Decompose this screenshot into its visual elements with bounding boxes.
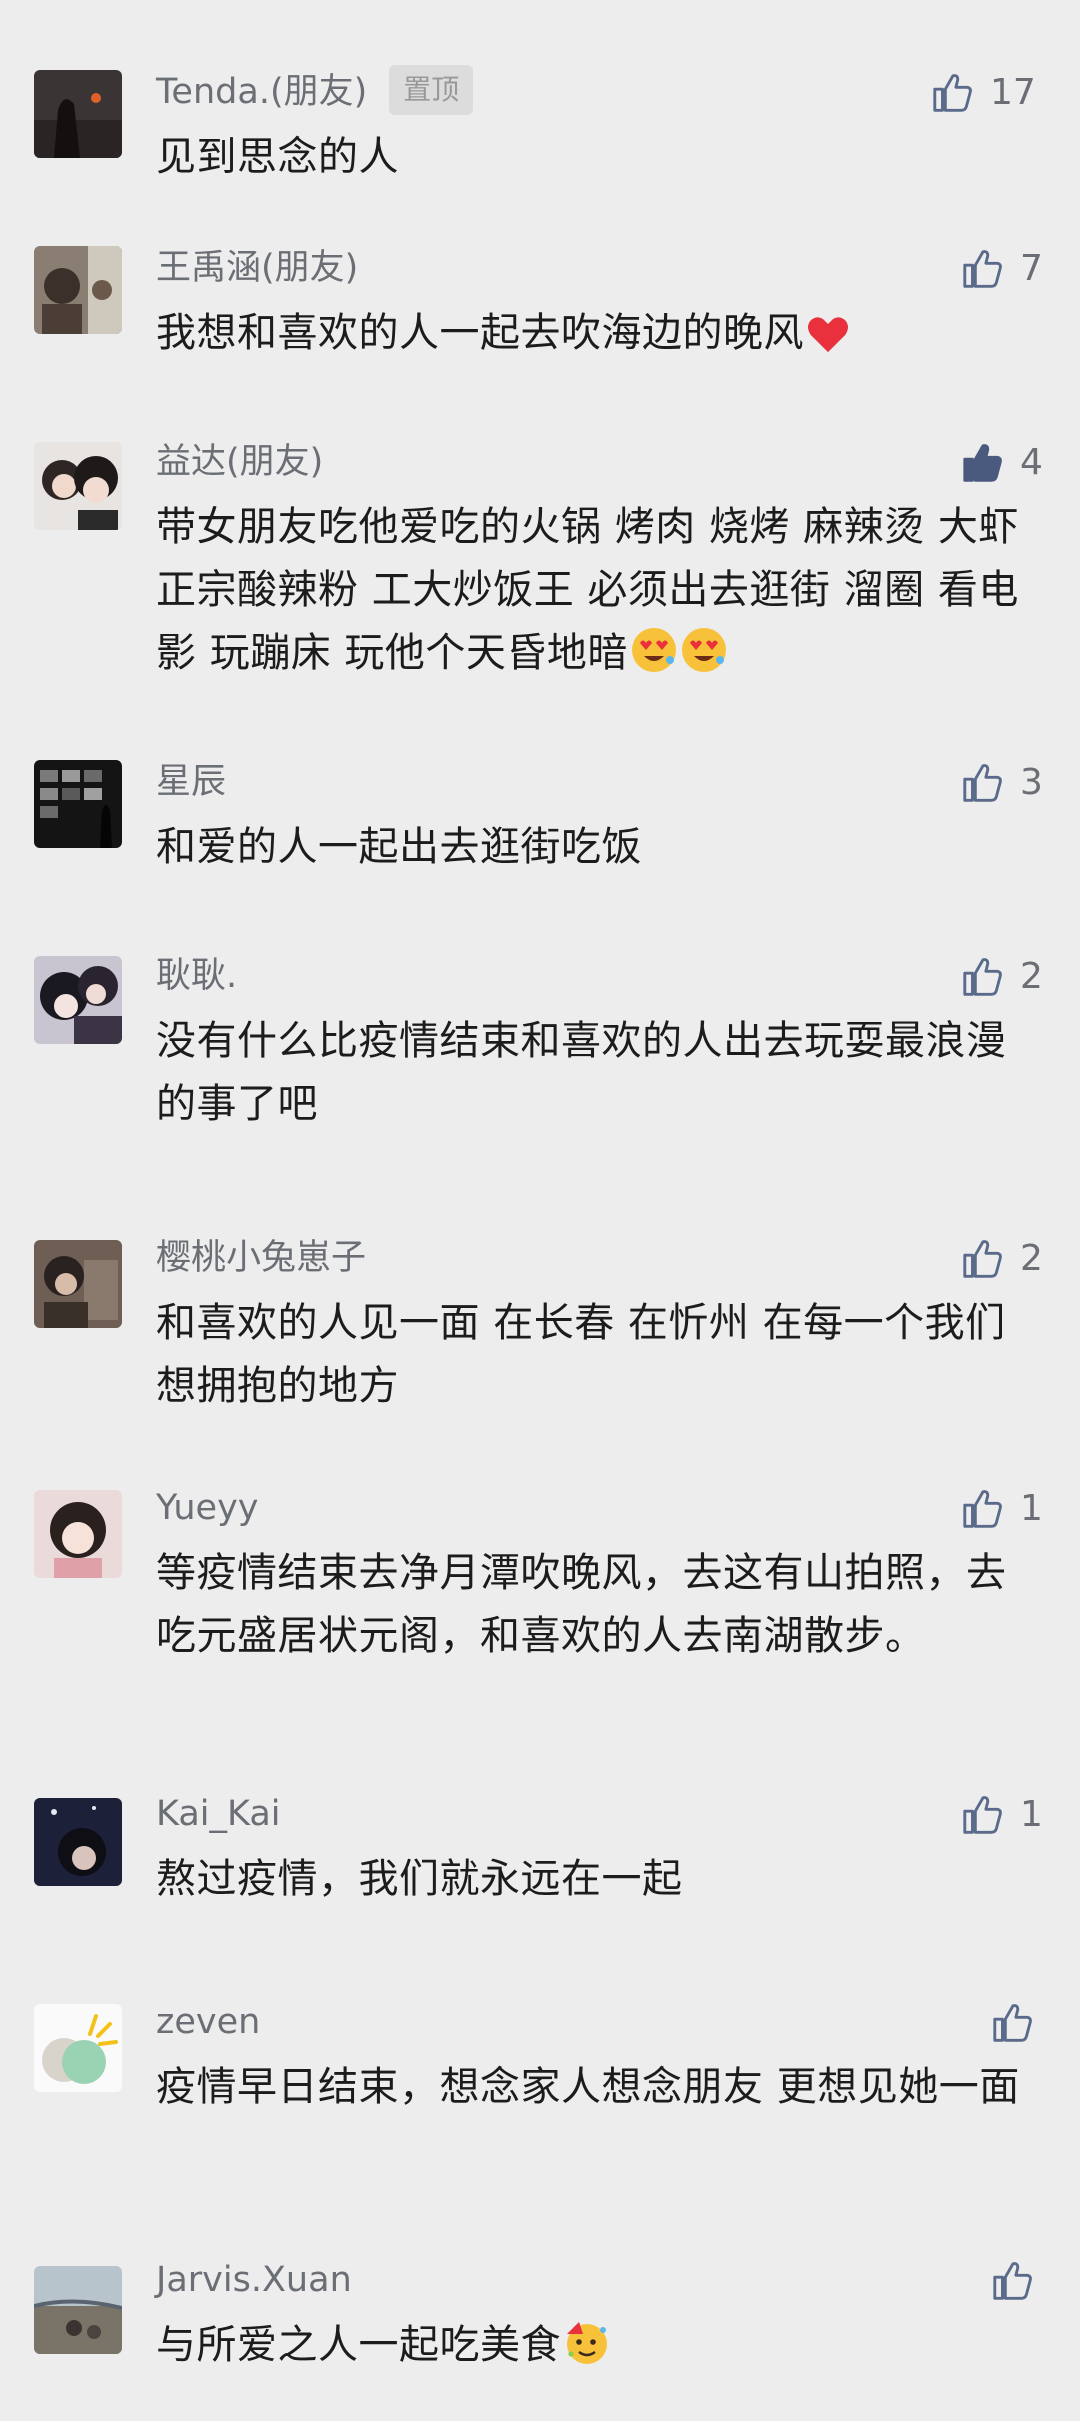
comment-text-body: 与所爱之人一起吃美食: [156, 2322, 561, 2368]
like-button[interactable]: 1: [960, 1484, 1043, 1534]
like-count: 4: [1020, 442, 1043, 483]
like-count: 2: [1020, 1238, 1043, 1279]
comment-author[interactable]: Jarvis.Xuan: [156, 2256, 352, 2304]
comment-text: 我想和喜欢的人一起去吹海边的晚风: [156, 302, 1036, 365]
thumbs-up-icon: [963, 1796, 1002, 1834]
like-button[interactable]: 7: [960, 244, 1043, 294]
comment-text: 与所爱之人一起吃美食: [156, 2314, 1036, 2377]
thumbs-up-icon: [963, 1240, 1002, 1278]
comment-text: 等疫情结束去净月潭吹晚风，去这有山拍照，去吃元盛居状元阁，和喜欢的人去南湖散步。: [156, 1550, 1007, 1659]
comment-text: 熬过疫情，我们就永远在一起: [156, 1856, 683, 1902]
avatar[interactable]: [34, 956, 122, 1044]
comment-text: 疫情早日结束，想念家人想念朋友 更想见她一面: [156, 2064, 1020, 2110]
like-button[interactable]: 2: [960, 952, 1043, 1002]
avatar[interactable]: [34, 442, 122, 530]
heart-eyes-emoji: [631, 628, 676, 672]
avatar[interactable]: [34, 1798, 122, 1886]
comment-text: 和爱的人一起出去逛街吃饭: [156, 824, 642, 870]
comment-author[interactable]: Tenda.(朋友) 置顶: [156, 65, 474, 118]
comment-author[interactable]: Kai_Kai: [156, 1790, 281, 1838]
heart-emoji: [808, 317, 848, 353]
comment-author[interactable]: 益达(朋友): [156, 438, 323, 486]
like-button[interactable]: 1: [960, 1790, 1043, 1840]
comment-text: 带女朋友吃他爱吃的火锅 烤肉 烧烤 麻辣烫 大虾 正宗酸辣粉 工大炒饭王 必须出…: [156, 496, 1036, 685]
avatar[interactable]: [34, 1490, 122, 1578]
comment-text: 没有什么比疫情结束和喜欢的人出去玩耍最浪漫的事了吧: [156, 1018, 1007, 1127]
comment-author[interactable]: 樱桃小兔崽子: [156, 1234, 366, 1282]
avatar[interactable]: [34, 2004, 122, 2092]
heart-eyes-emoji: [681, 628, 726, 672]
avatar[interactable]: [34, 246, 122, 334]
comment-text-body: 我想和喜欢的人一起去吹海边的晚风: [156, 310, 804, 356]
author-name[interactable]: Tenda.(朋友): [156, 72, 367, 112]
avatar[interactable]: [34, 2266, 122, 2354]
comment-text-body: 带女朋友吃他爱吃的火锅 烤肉 烧烤 麻辣烫 大虾 正宗酸辣粉 工大炒饭王 必须出…: [156, 504, 1019, 676]
like-button[interactable]: 4: [960, 438, 1043, 488]
like-button[interactable]: 3: [960, 758, 1043, 808]
thumbs-up-icon: [933, 74, 972, 112]
comment-author[interactable]: Yueyy: [156, 1484, 259, 1532]
thumbs-up-icon: [993, 2262, 1032, 2300]
comment-author[interactable]: 星辰: [156, 758, 226, 806]
like-count: 17: [990, 72, 1036, 113]
thumbs-up-icon: [963, 250, 1002, 288]
pinned-badge: 置顶: [389, 65, 474, 115]
like-count: 1: [1020, 1794, 1043, 1835]
like-count: 2: [1020, 956, 1043, 997]
party-face-emoji: [567, 2322, 607, 2364]
thumbs-up-icon: [963, 958, 1002, 996]
avatar[interactable]: [34, 1240, 122, 1328]
like-button[interactable]: [990, 2256, 1050, 2306]
thumbs-up-icon: [963, 1490, 1002, 1528]
like-button[interactable]: 17: [930, 68, 1036, 118]
comment-text: 见到思念的人: [156, 134, 399, 180]
like-count: 3: [1020, 762, 1043, 803]
thumbs-up-icon: [963, 764, 1002, 802]
comment-author[interactable]: 王禹涵(朋友): [156, 244, 358, 292]
comment-author[interactable]: zeven: [156, 1998, 260, 2046]
thumbs-up-icon: [993, 2004, 1032, 2042]
like-count: 1: [1020, 1488, 1043, 1529]
comment-author[interactable]: 耿耿.: [156, 952, 237, 1000]
like-button[interactable]: [990, 1998, 1050, 2048]
like-count: 7: [1020, 248, 1043, 289]
thumbs-up-filled-icon: [963, 444, 1002, 482]
comment-text: 和喜欢的人见一面 在长春 在忻州 在每一个我们想拥抱的地方: [156, 1300, 1006, 1409]
avatar[interactable]: [34, 70, 122, 158]
avatar[interactable]: [34, 760, 122, 848]
like-button[interactable]: 2: [960, 1234, 1043, 1284]
